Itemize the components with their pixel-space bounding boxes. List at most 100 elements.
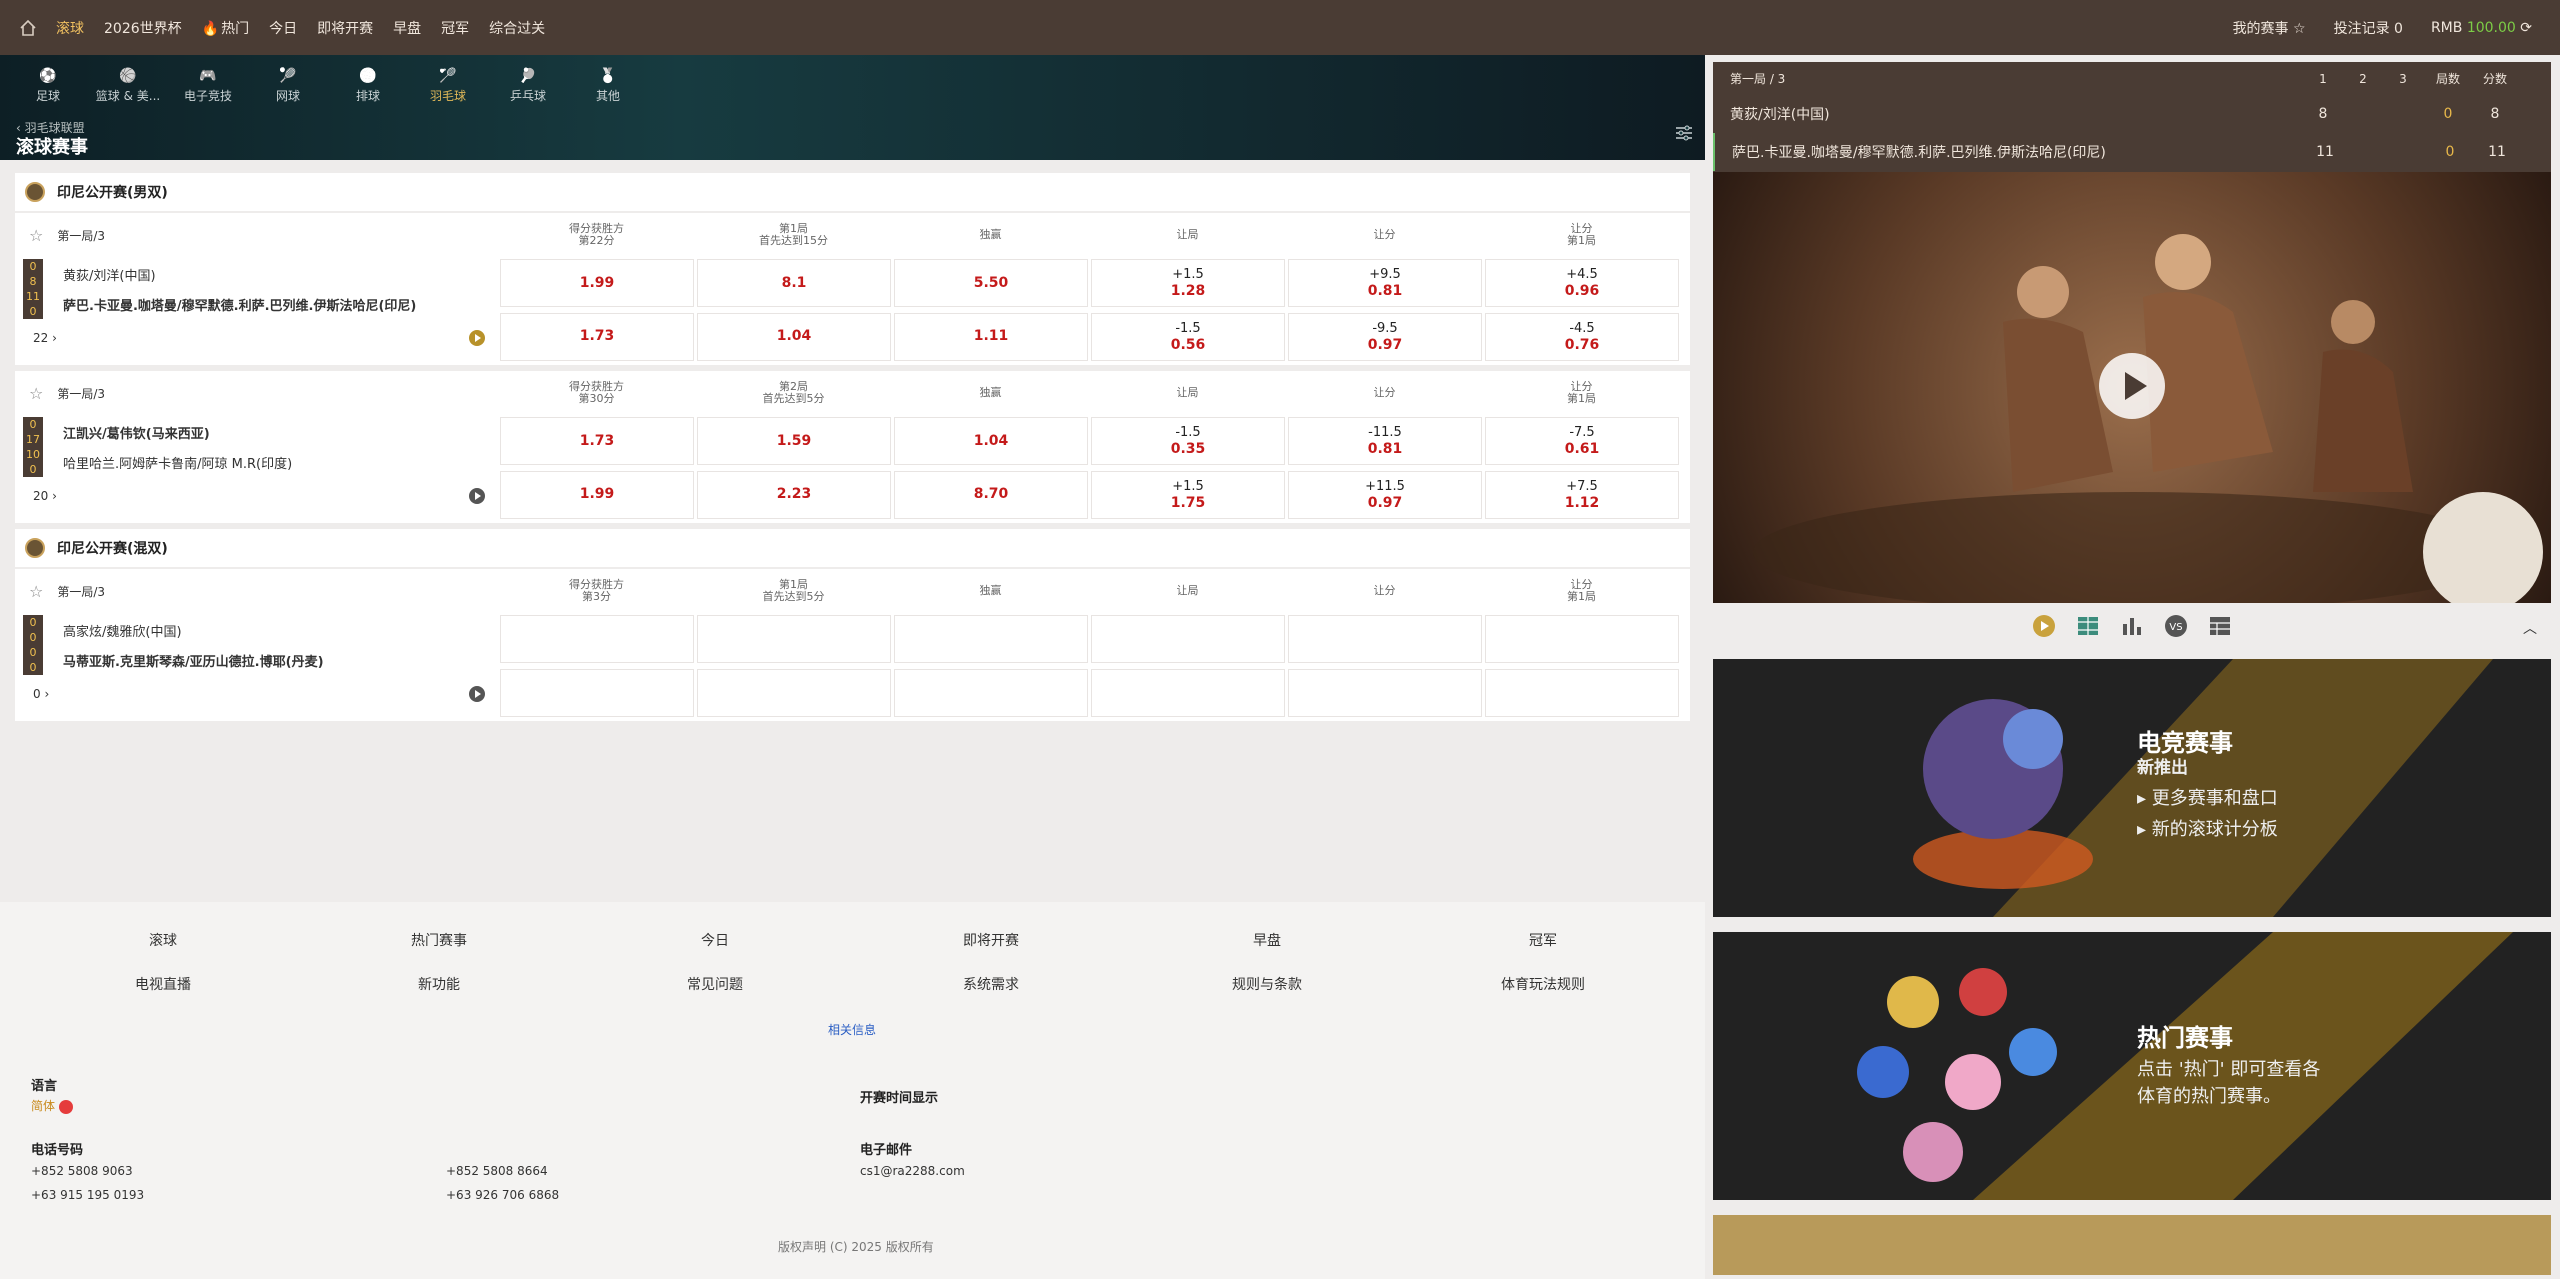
live-video-icon[interactable] — [468, 487, 486, 509]
play-icon[interactable] — [2032, 614, 2056, 642]
odds-cell[interactable]: -1.5 0.56 — [1091, 312, 1285, 361]
odds-cell[interactable]: 1.73 — [500, 312, 694, 361]
odds-cell[interactable] — [500, 668, 694, 717]
odds-cell[interactable]: 1.04 — [697, 312, 891, 361]
sport-tab[interactable]: 🏓 乒乓球 — [488, 65, 568, 104]
odds-cell[interactable] — [894, 615, 1088, 663]
odds-cell[interactable]: +1.5 1.75 — [1091, 470, 1285, 519]
team-name[interactable]: 黄荻/刘洋(中国) — [63, 265, 156, 284]
team-name[interactable]: 江凯兴/葛伟钦(马来西亚) — [63, 423, 210, 442]
footer-link[interactable]: 新功能 — [301, 974, 577, 994]
odds-cell[interactable]: 5.50 — [894, 259, 1088, 307]
email-address[interactable]: cs1@ra2288.com — [860, 1164, 965, 1178]
odds-cell[interactable]: -7.5 0.61 — [1485, 417, 1679, 465]
odds-cell[interactable]: 8.70 — [894, 470, 1088, 519]
odds-cell[interactable] — [1288, 615, 1482, 663]
language-select[interactable]: 简体 — [31, 1097, 73, 1114]
odds-cell[interactable] — [1091, 668, 1285, 717]
footer-link[interactable]: 冠军 — [1405, 930, 1681, 950]
favorite-star-icon[interactable]: ☆ — [29, 582, 43, 601]
nav-item[interactable]: 早盘 — [393, 18, 421, 38]
my-events-link[interactable]: 我的赛事 ☆ — [2233, 18, 2306, 38]
favorite-star-icon[interactable]: ☆ — [29, 226, 43, 245]
promo-banner[interactable] — [1713, 1215, 2551, 1275]
odds-cell[interactable] — [697, 615, 891, 663]
collapse-icon[interactable]: ︿ — [2523, 618, 2537, 638]
filter-icon[interactable] — [1675, 125, 1693, 145]
odds-cell[interactable]: 1.99 — [500, 470, 694, 519]
sport-tab[interactable]: 🏀 篮球 & 美... — [88, 65, 168, 104]
footer-link[interactable]: 今日 — [577, 930, 853, 950]
court-icon[interactable] — [2076, 614, 2100, 642]
sport-tab[interactable]: 🎾 网球 — [248, 65, 328, 104]
more-markets-link[interactable]: 0 › — [33, 687, 49, 701]
odds-cell[interactable] — [894, 668, 1088, 717]
home-icon[interactable] — [0, 0, 56, 55]
footer-link[interactable]: 电视直播 — [25, 974, 301, 994]
live-video-icon[interactable] — [468, 329, 486, 351]
refresh-icon[interactable]: ⟳ — [2520, 20, 2532, 36]
nav-item[interactable]: 即将开赛 — [317, 18, 373, 38]
footer-link[interactable]: 体育玩法规则 — [1405, 974, 1681, 994]
odds-cell[interactable]: +9.5 0.81 — [1288, 259, 1482, 307]
more-markets-link[interactable]: 22 › — [33, 331, 57, 345]
more-markets-link[interactable]: 20 › — [33, 489, 57, 503]
footer-link[interactable]: 常见问题 — [577, 974, 853, 994]
footer-link[interactable]: 系统需求 — [853, 974, 1129, 994]
odds-cell[interactable] — [500, 615, 694, 663]
live-video-icon[interactable] — [468, 685, 486, 707]
video-preview[interactable] — [1713, 172, 2551, 603]
footer-link[interactable]: 规则与条款 — [1129, 974, 1405, 994]
odds-cell[interactable]: -1.5 0.35 — [1091, 417, 1285, 465]
nav-item[interactable]: 🔥 热门 — [202, 18, 249, 38]
team-name[interactable]: 高家炫/魏雅欣(中国) — [63, 621, 182, 640]
favorite-star-icon[interactable]: ☆ — [29, 384, 43, 403]
nav-item[interactable]: 今日 — [269, 18, 297, 38]
odds-cell[interactable] — [697, 668, 891, 717]
odds-cell[interactable]: 8.1 — [697, 259, 891, 307]
odds-cell[interactable] — [1485, 615, 1679, 663]
play-button[interactable] — [2096, 350, 2168, 426]
odds-cell[interactable]: 2.23 — [697, 470, 891, 519]
odds-cell[interactable]: +4.5 0.96 — [1485, 259, 1679, 307]
footer-link[interactable]: 热门赛事 — [301, 930, 577, 950]
related-info-link[interactable]: 相关信息 — [828, 1021, 876, 1038]
hot-events-banner[interactable]: 热门赛事 点击 '热门' 即可查看各 体育的热门赛事。 — [1713, 932, 2551, 1200]
odds-cell[interactable]: -4.5 0.76 — [1485, 312, 1679, 361]
sport-tab[interactable]: 🏸 羽毛球 — [408, 65, 488, 104]
bet-record-link[interactable]: 投注记录 0 — [2334, 18, 2403, 38]
league-header[interactable]: 印尼公开赛(男双) — [15, 173, 1690, 211]
odds-cell[interactable] — [1091, 615, 1285, 663]
odds-cell[interactable]: 1.04 — [894, 417, 1088, 465]
sport-tab[interactable]: ⚽ 足球 — [8, 65, 88, 104]
esports-banner[interactable]: 电竞赛事 新推出 ▸ 更多赛事和盘口 ▸ 新的滚球计分板 — [1713, 659, 2551, 917]
nav-item[interactable]: 冠军 — [441, 18, 469, 38]
footer-link[interactable]: 即将开赛 — [853, 930, 1129, 950]
stats-icon[interactable] — [2120, 614, 2144, 642]
sport-tab[interactable]: 🎮 电子竞技 — [168, 65, 248, 104]
league-header[interactable]: 印尼公开赛(混双) — [15, 529, 1690, 567]
team-name[interactable]: 哈里哈兰.阿姆萨卡鲁南/阿琼 M.R(印度) — [63, 453, 292, 472]
odds-cell[interactable] — [1288, 668, 1482, 717]
table-icon[interactable] — [2208, 614, 2232, 642]
odds-cell[interactable]: -9.5 0.97 — [1288, 312, 1482, 361]
odds-cell[interactable]: -11.5 0.81 — [1288, 417, 1482, 465]
odds-cell[interactable]: 1.59 — [697, 417, 891, 465]
odds-cell[interactable]: +11.5 0.97 — [1288, 470, 1482, 519]
odds-cell[interactable]: 1.73 — [500, 417, 694, 465]
odds-cell[interactable]: 1.11 — [894, 312, 1088, 361]
odds-cell[interactable]: +7.5 1.12 — [1485, 470, 1679, 519]
time-display-label[interactable]: 开赛时间显示 — [860, 1087, 938, 1106]
team-name[interactable]: 萨巴.卡亚曼.咖塔曼/穆罕默德.利萨.巴列维.伊斯法哈尼(印尼) — [63, 295, 416, 314]
sport-tab[interactable]: 🏅 其他 — [568, 65, 648, 104]
footer-link[interactable]: 滚球 — [25, 930, 301, 950]
odds-cell[interactable] — [1485, 668, 1679, 717]
nav-item[interactable]: 2026世界杯 — [104, 18, 182, 38]
nav-item[interactable]: 滚球 — [56, 18, 84, 38]
odds-cell[interactable]: 1.99 — [500, 259, 694, 307]
footer-link[interactable]: 早盘 — [1129, 930, 1405, 950]
odds-cell[interactable]: +1.5 1.28 — [1091, 259, 1285, 307]
sport-tab[interactable]: 🏐 排球 — [328, 65, 408, 104]
team-name[interactable]: 马蒂亚斯.克里斯琴森/亚历山德拉.博耶(丹麦) — [63, 651, 324, 670]
versus-icon[interactable]: VS — [2164, 614, 2188, 642]
